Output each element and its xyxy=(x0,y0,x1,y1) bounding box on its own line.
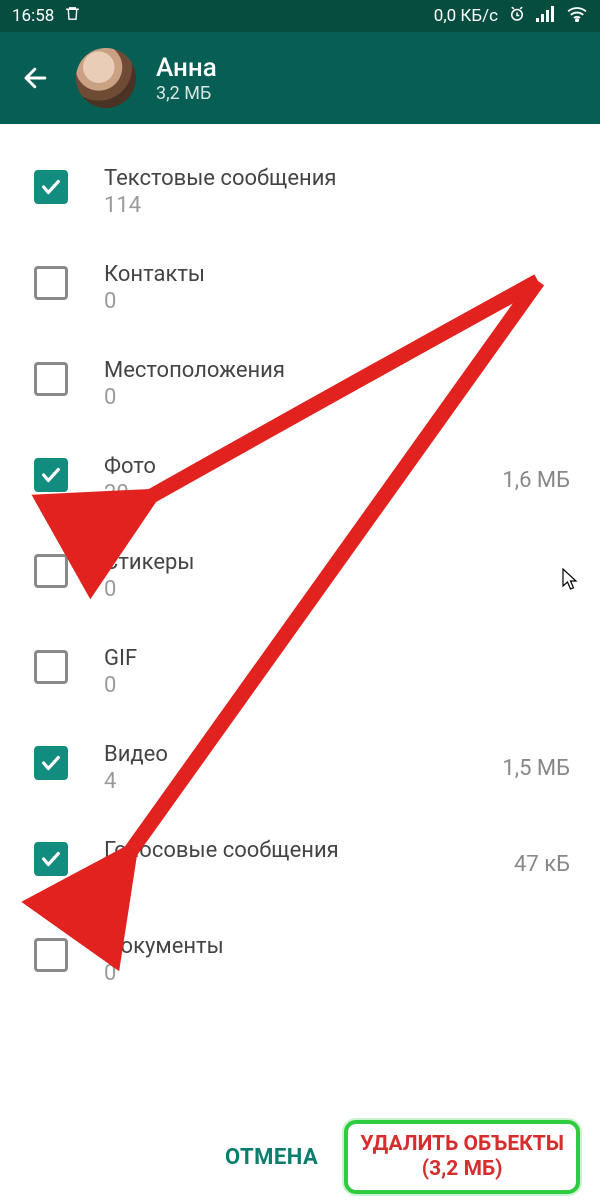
delete-button-line1: УДАЛИТЬ ОБЪЕКТЫ xyxy=(360,1132,564,1157)
item-label: GIF xyxy=(104,646,576,671)
item-label: Документы xyxy=(104,934,576,959)
item-label: Текстовые сообщения xyxy=(104,166,576,191)
item-label: Фото xyxy=(104,454,466,479)
item-label: Видео xyxy=(104,742,466,767)
bottom-bar: ОТМЕНА УДАЛИТЬ ОБЪЕКТЫ (3,2 МБ) xyxy=(0,1114,600,1200)
contact-size: 3,2 МБ xyxy=(156,83,217,104)
status-bar: 16:58 0,0 КБ/с xyxy=(0,0,600,32)
checkbox[interactable] xyxy=(34,362,68,396)
avatar[interactable] xyxy=(76,48,136,108)
checkbox[interactable] xyxy=(34,938,68,972)
list-item[interactable]: Текстовые сообщения114 xyxy=(0,144,600,240)
item-count: 20 xyxy=(104,481,466,506)
checkbox[interactable] xyxy=(34,650,68,684)
item-label: Контакты xyxy=(104,262,576,287)
item-count: 0 xyxy=(104,289,576,314)
item-count: 4 xyxy=(104,769,466,794)
list-item[interactable]: Стикеры0 xyxy=(0,528,600,624)
item-label: Стикеры xyxy=(104,550,576,575)
delete-button[interactable]: УДАЛИТЬ ОБЪЕКТЫ (3,2 МБ) xyxy=(344,1120,580,1194)
list-item[interactable]: Видео4 1,5 МБ xyxy=(0,720,600,816)
item-count: 0 xyxy=(104,385,576,410)
storage-list: Текстовые сообщения114Контакты0Местополо… xyxy=(0,124,600,1008)
item-count: 0 xyxy=(104,961,576,986)
list-item[interactable]: Фото20 1,6 МБ xyxy=(0,432,600,528)
back-button[interactable] xyxy=(16,58,56,98)
contact-name: Анна xyxy=(156,53,217,83)
item-count: 12 xyxy=(104,865,478,890)
checkbox[interactable] xyxy=(34,266,68,300)
trash-icon xyxy=(64,5,81,27)
checkbox[interactable] xyxy=(34,842,68,876)
item-size: 1,5 МБ xyxy=(502,756,576,781)
wifi-icon xyxy=(566,6,588,27)
app-header: Анна 3,2 МБ xyxy=(0,32,600,124)
alarm-icon xyxy=(508,5,526,28)
status-time: 16:58 xyxy=(12,6,54,26)
item-size: 47 кБ xyxy=(514,852,576,877)
item-label: Голосовые сообщения xyxy=(104,838,478,863)
list-item[interactable]: Документы0 xyxy=(0,912,600,1008)
item-count: 0 xyxy=(104,673,576,698)
list-item[interactable]: GIF0 xyxy=(0,624,600,720)
list-item[interactable]: Местоположения0 xyxy=(0,336,600,432)
list-item[interactable]: Голосовые сообщения12 47 кБ xyxy=(0,816,600,912)
delete-button-line2: (3,2 МБ) xyxy=(360,1157,564,1182)
item-size: 1,6 МБ xyxy=(502,468,576,493)
item-label: Местоположения xyxy=(104,358,576,383)
item-count: 114 xyxy=(104,193,576,218)
status-speed: 0,0 КБ/с xyxy=(434,6,498,26)
checkbox[interactable] xyxy=(34,170,68,204)
checkbox[interactable] xyxy=(34,554,68,588)
item-count: 0 xyxy=(104,577,576,602)
cancel-button[interactable]: ОТМЕНА xyxy=(217,1135,326,1180)
list-item[interactable]: Контакты0 xyxy=(0,240,600,336)
checkbox[interactable] xyxy=(34,458,68,492)
checkbox[interactable] xyxy=(34,746,68,780)
signal-icon xyxy=(536,6,556,27)
